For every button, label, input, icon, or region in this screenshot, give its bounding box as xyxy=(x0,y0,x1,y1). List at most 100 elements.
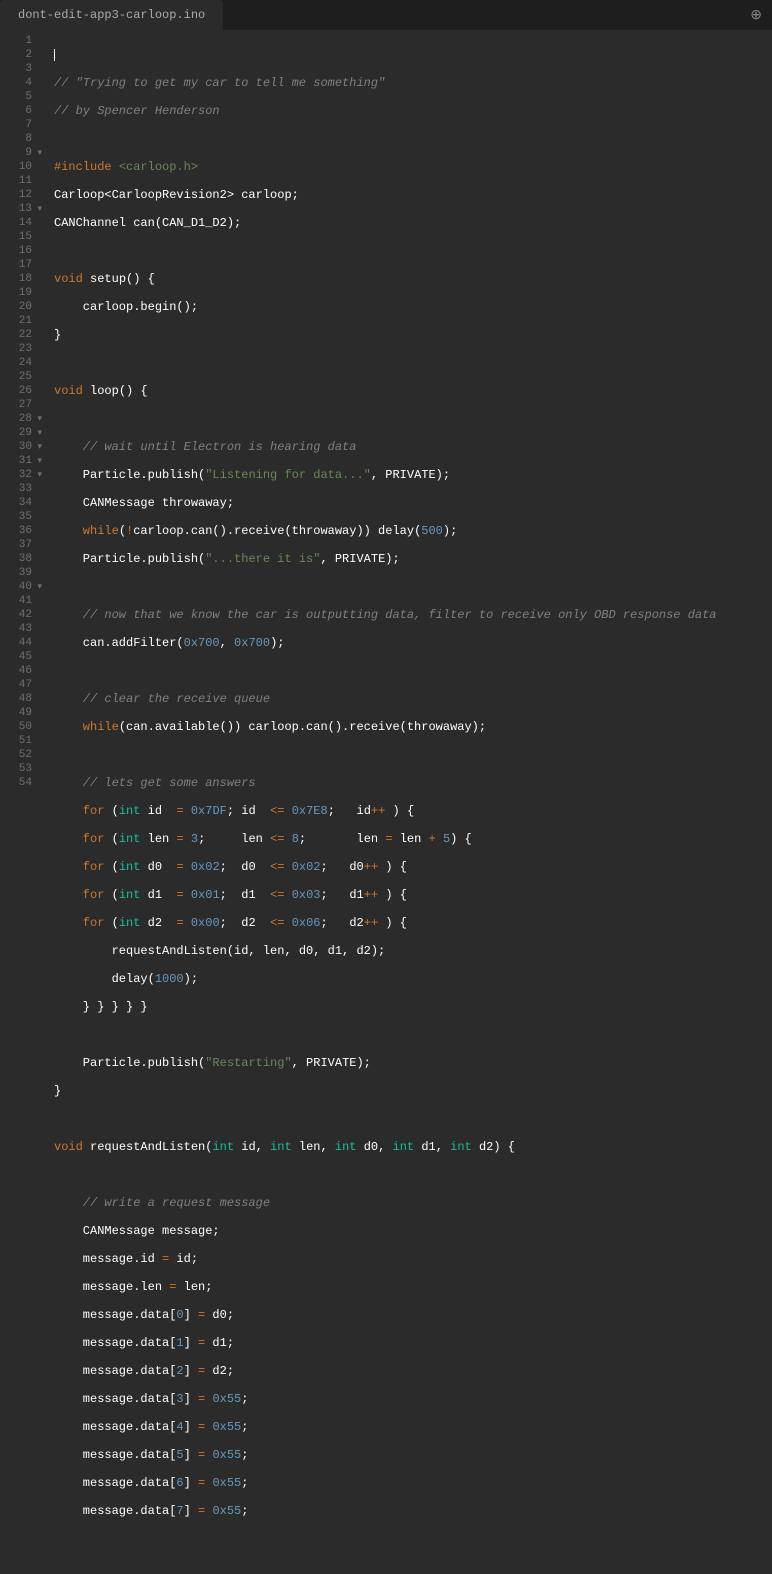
code-line[interactable] xyxy=(54,748,717,762)
line-number: 24 xyxy=(4,356,32,370)
code-line[interactable]: // wait until Electron is hearing data xyxy=(54,440,717,454)
line-number: 53 xyxy=(4,762,32,776)
line-number: 20 xyxy=(4,300,32,314)
code-line[interactable]: while(can.available()) carloop.can().rec… xyxy=(54,720,717,734)
code-line[interactable]: can.addFilter(0x700, 0x700); xyxy=(54,636,717,650)
code-line[interactable]: for (int d2 = 0x00; d2 <= 0x06; d2++ ) { xyxy=(54,916,717,930)
line-number: 19 xyxy=(4,286,32,300)
line-number: 48 xyxy=(4,692,32,706)
code-line[interactable]: // clear the receive queue xyxy=(54,692,717,706)
line-number: 54 xyxy=(4,776,32,790)
line-number: 33 xyxy=(4,482,32,496)
editor[interactable]: 1234567891011121314151617181920212223242… xyxy=(0,30,772,793)
line-number: 49 xyxy=(4,706,32,720)
line-number: 47 xyxy=(4,678,32,692)
code-line[interactable]: // by Spencer Henderson xyxy=(54,104,717,118)
line-number: 42 xyxy=(4,608,32,622)
code-line[interactable]: void requestAndListen(int id, int len, i… xyxy=(54,1140,717,1154)
line-number: 18 xyxy=(4,272,32,286)
line-number: 3 xyxy=(4,62,32,76)
code-line[interactable]: CANMessage message; xyxy=(54,1224,717,1238)
line-number: 17 xyxy=(4,258,32,272)
code-line[interactable]: message.data[3] = 0x55; xyxy=(54,1392,717,1406)
code-line[interactable] xyxy=(54,1168,717,1182)
line-number: 41 xyxy=(4,594,32,608)
line-number: 30 xyxy=(4,440,32,454)
code-line[interactable]: Particle.publish("Restarting", PRIVATE); xyxy=(54,1056,717,1070)
code-line[interactable]: } } } } } xyxy=(54,1000,717,1014)
line-number: 35 xyxy=(4,510,32,524)
code-line[interactable] xyxy=(54,244,717,258)
line-number: 2 xyxy=(4,48,32,62)
line-number: 21 xyxy=(4,314,32,328)
code-line[interactable]: message.data[5] = 0x55; xyxy=(54,1448,717,1462)
line-number: 32 xyxy=(4,468,32,482)
code-line[interactable]: message.data[7] = 0x55; xyxy=(54,1504,717,1518)
code-line[interactable] xyxy=(54,664,717,678)
code-area[interactable]: // "Trying to get my car to tell me some… xyxy=(40,30,717,793)
line-number: 12 xyxy=(4,188,32,202)
line-number: 23 xyxy=(4,342,32,356)
line-number: 46 xyxy=(4,664,32,678)
line-number: 5 xyxy=(4,90,32,104)
code-line[interactable]: for (int d0 = 0x02; d0 <= 0x02; d0++ ) { xyxy=(54,860,717,874)
code-line[interactable] xyxy=(54,1112,717,1126)
line-number: 44 xyxy=(4,636,32,650)
code-line[interactable]: // lets get some answers xyxy=(54,776,717,790)
code-line[interactable]: Particle.publish("Listening for data..."… xyxy=(54,468,717,482)
line-gutter: 1234567891011121314151617181920212223242… xyxy=(0,30,40,793)
line-number: 6 xyxy=(4,104,32,118)
code-line[interactable]: while(!carloop.can().receive(throwaway))… xyxy=(54,524,717,538)
tab-file[interactable]: dont-edit-app3-carloop.ino xyxy=(0,0,224,30)
line-number: 50 xyxy=(4,720,32,734)
code-line[interactable]: // "Trying to get my car to tell me some… xyxy=(54,76,717,90)
code-line[interactable]: Particle.publish("...there it is", PRIVA… xyxy=(54,552,717,566)
tab-label: dont-edit-app3-carloop.ino xyxy=(18,8,205,22)
code-line[interactable]: for (int len = 3; len <= 8; len = len + … xyxy=(54,832,717,846)
line-number: 36 xyxy=(4,524,32,538)
code-line[interactable]: message.len = len; xyxy=(54,1280,717,1294)
code-line[interactable] xyxy=(54,1532,717,1546)
code-line[interactable]: #include <carloop.h> xyxy=(54,160,717,174)
line-number: 45 xyxy=(4,650,32,664)
line-number: 9 xyxy=(4,146,32,160)
code-line[interactable]: } xyxy=(54,328,717,342)
code-line[interactable]: requestAndListen(id, len, d0, d1, d2); xyxy=(54,944,717,958)
code-line[interactable]: Carloop<CarloopRevision2> carloop; xyxy=(54,188,717,202)
code-line[interactable]: delay(1000); xyxy=(54,972,717,986)
code-line[interactable]: // now that we know the car is outputtin… xyxy=(54,608,717,622)
code-line[interactable]: CANMessage throwaway; xyxy=(54,496,717,510)
code-line[interactable]: message.data[2] = d2; xyxy=(54,1364,717,1378)
code-line[interactable]: void loop() { xyxy=(54,384,717,398)
code-line[interactable] xyxy=(54,412,717,426)
code-line[interactable] xyxy=(54,132,717,146)
line-number: 26 xyxy=(4,384,32,398)
line-number: 7 xyxy=(4,118,32,132)
code-line[interactable] xyxy=(54,356,717,370)
line-number: 1 xyxy=(4,34,32,48)
code-line[interactable] xyxy=(54,48,717,62)
code-line[interactable]: message.data[0] = d0; xyxy=(54,1308,717,1322)
code-line[interactable]: } xyxy=(54,1084,717,1098)
code-line[interactable]: void setup() { xyxy=(54,272,717,286)
code-line[interactable] xyxy=(54,1028,717,1042)
code-line[interactable]: message.data[1] = d1; xyxy=(54,1336,717,1350)
code-line[interactable]: CANChannel can(CAN_D1_D2); xyxy=(54,216,717,230)
code-line[interactable]: for (int d1 = 0x01; d1 <= 0x03; d1++ ) { xyxy=(54,888,717,902)
line-number: 39 xyxy=(4,566,32,580)
code-line[interactable]: carloop.begin(); xyxy=(54,300,717,314)
line-number: 16 xyxy=(4,244,32,258)
add-tab-icon[interactable]: ⊕ xyxy=(750,7,762,24)
line-number: 11 xyxy=(4,174,32,188)
code-line[interactable] xyxy=(54,580,717,594)
code-line[interactable]: message.id = id; xyxy=(54,1252,717,1266)
line-number: 40 xyxy=(4,580,32,594)
line-number: 29 xyxy=(4,426,32,440)
cursor xyxy=(54,49,55,61)
code-line[interactable]: message.data[6] = 0x55; xyxy=(54,1476,717,1490)
line-number: 25 xyxy=(4,370,32,384)
code-line[interactable]: message.data[4] = 0x55; xyxy=(54,1420,717,1434)
line-number: 4 xyxy=(4,76,32,90)
code-line[interactable]: for (int id = 0x7DF; id <= 0x7E8; id++ )… xyxy=(54,804,717,818)
code-line[interactable]: // write a request message xyxy=(54,1196,717,1210)
